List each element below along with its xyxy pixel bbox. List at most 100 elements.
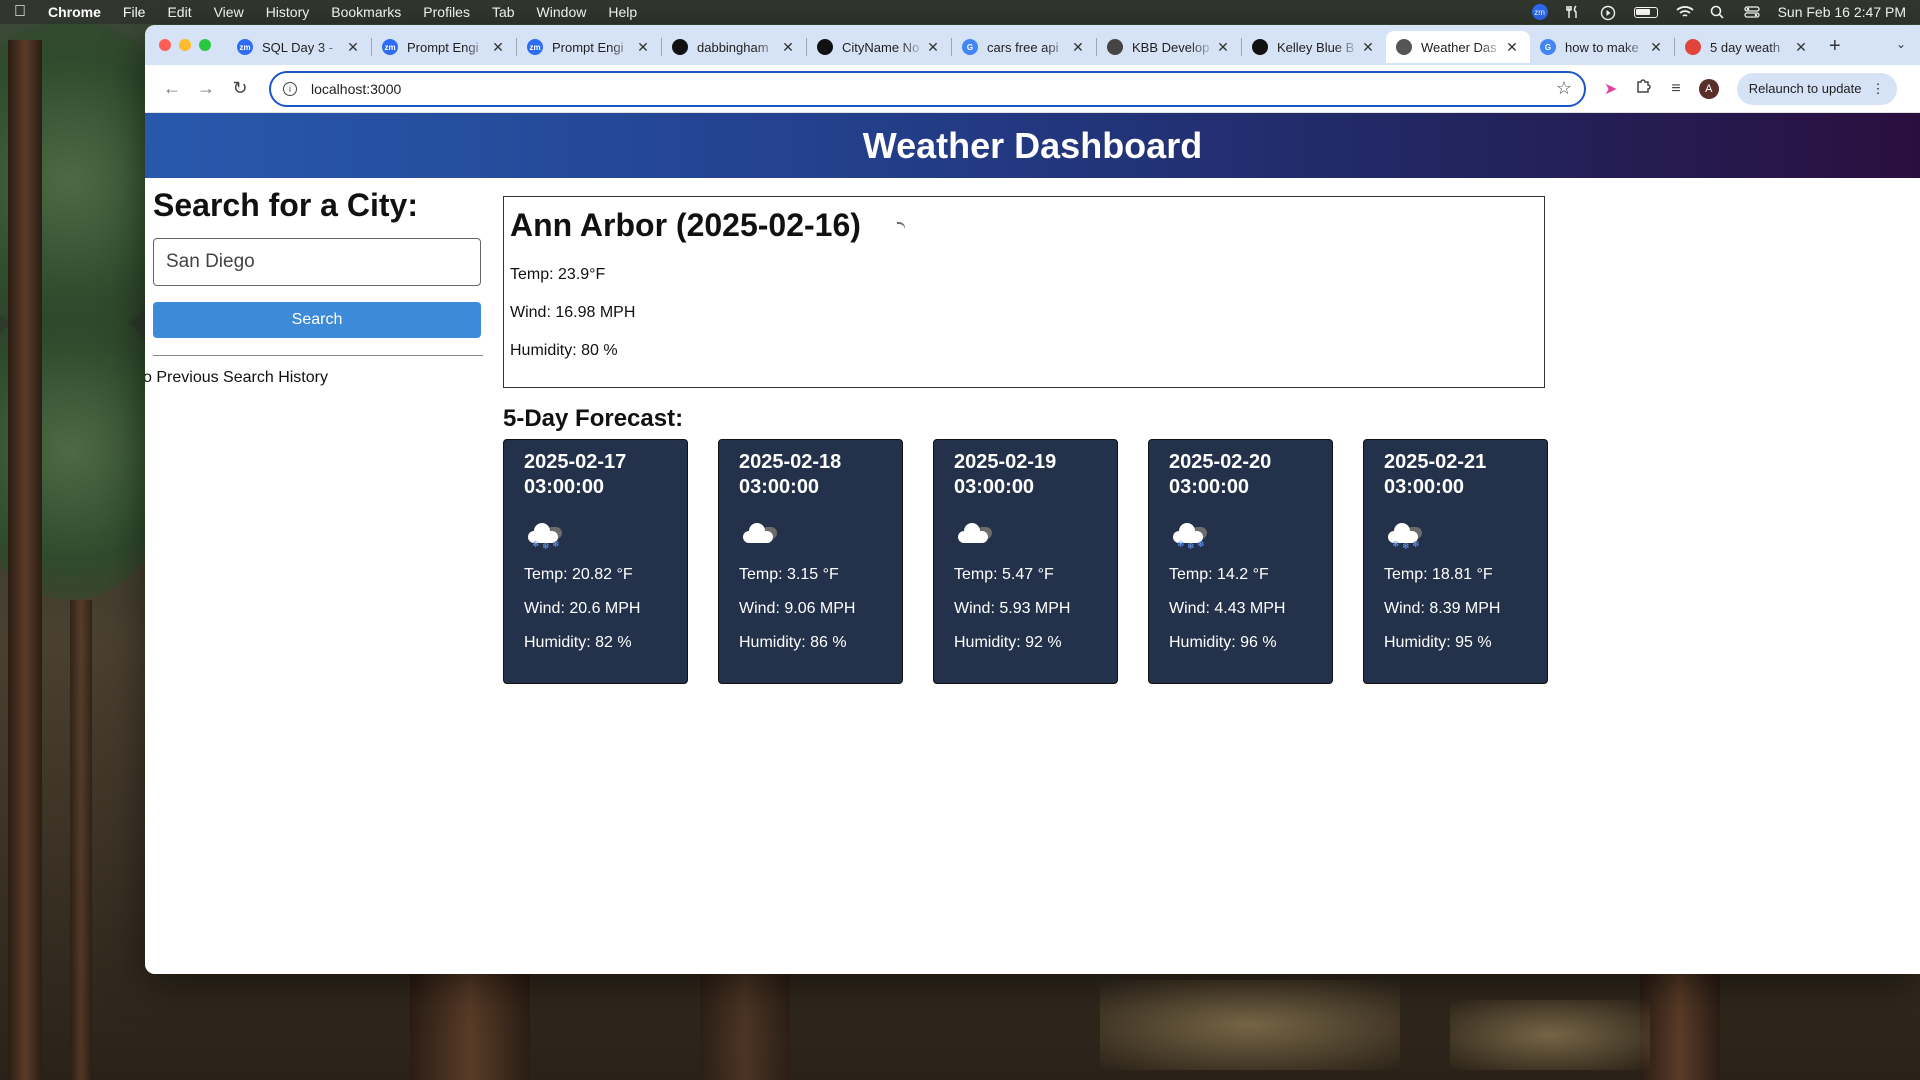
control-center-icon[interactable] [1743,5,1760,19]
forecast-humidity: Humidity: 82 % [524,634,632,651]
menu-edit[interactable]: Edit [167,4,191,20]
wifi-icon[interactable] [1675,5,1694,19]
site-info-icon[interactable]: i [283,81,297,96]
minimize-window-button[interactable] [179,39,191,51]
mac-menu-bar:  Chrome File Edit View History Bookmark… [0,0,1920,24]
browser-tab[interactable]: zm SQL Day 3 - ✕ [227,31,371,63]
tab-close-icon[interactable]: ✕ [635,39,651,56]
forecast-temp: Temp: 3.15 °F [739,566,839,583]
forecast-card: 2025-02-21 03:00:00 ❄ ❄ ❄ Temp: 18.81 °F W… [1363,439,1548,684]
browser-tab[interactable]: Kelley Blue B ✕ [1242,31,1386,63]
browser-tab[interactable]: dabbingham ✕ [662,31,806,63]
tab-close-icon[interactable]: ✕ [1793,39,1809,56]
reading-list-icon[interactable]: ≡ [1671,80,1680,98]
close-window-button[interactable] [159,39,171,51]
menu-bookmarks[interactable]: Bookmarks [331,4,401,20]
forecast-humidity: Humidity: 92 % [954,634,1062,651]
snow-cloud-icon: ❄ ❄ ❄ [1384,521,1426,551]
profile-avatar[interactable]: A [1698,78,1719,99]
menu-tab[interactable]: Tab [492,4,515,20]
search-button[interactable]: Search [153,302,481,338]
tab-title: KBB Develop [1132,39,1210,55]
browser-tab[interactable]: Ghow to make ✕ [1530,31,1674,63]
tab-close-icon[interactable]: ✕ [1504,39,1520,56]
tab-close-icon[interactable]: ✕ [925,39,941,56]
tab-close-icon[interactable]: ✕ [1360,39,1376,56]
forecast-date: 2025-02-21 03:00:00 [1384,451,1487,498]
forecast-temp: Temp: 5.47 °F [954,566,1054,583]
browser-tab[interactable]: Gcars free api ✕ [952,31,1096,63]
kebab-menu-icon[interactable]: ⋮ [1872,81,1885,97]
browser-tab[interactable]: zm Prompt Engi ✕ [517,31,661,63]
zoom-status-icon[interactable]: zm [1531,4,1548,20]
forward-arrow-icon[interactable]: → [189,72,223,106]
forecast-humidity: Humidity: 86 % [739,634,847,651]
forecast-wind: Wind: 20.6 MPH [524,600,641,617]
menu-app-chrome[interactable]: Chrome [48,4,101,20]
play-icon[interactable] [1600,5,1616,21]
menubar-clock[interactable]: Sun Feb 16 2:47 PM [1778,4,1906,20]
fork-knife-icon[interactable] [1565,5,1582,19]
fullscreen-window-button[interactable] [199,39,211,51]
current-weather-panel: Ann Arbor (2025-02-16) Temp: 23.9°F Wind… [503,196,1545,388]
tab-favicon-icon [1396,39,1412,55]
tab-search-chevron-icon[interactable]: ⌄ [1896,37,1906,51]
browser-tab[interactable]: KBB Develop ✕ [1097,31,1241,63]
tab-close-icon[interactable]: ✕ [1215,39,1231,56]
bookmark-star-icon[interactable]: ☆ [1556,78,1572,99]
tab-close-icon[interactable]: ✕ [780,39,796,56]
apple-menu-icon[interactable]:  [14,3,26,21]
tab-close-icon[interactable]: ✕ [1070,39,1086,56]
tab-close-icon[interactable]: ✕ [345,39,361,56]
tab-title: CityName No [842,39,920,55]
address-bar-url[interactable]: localhost:3000 [311,81,401,97]
browser-tab[interactable]: 5 day weath ✕ [1675,31,1819,63]
tab-title: how to make [1565,39,1639,55]
browser-tab[interactable]: CityName No ✕ [807,31,951,63]
snow-cloud-icon: ❄ ❄ ❄ [1169,521,1211,551]
current-weather-title: Ann Arbor (2025-02-16) [510,207,1538,244]
menu-profiles[interactable]: Profiles [423,4,470,20]
forecast-wind: Wind: 8.39 MPH [1384,600,1501,617]
relaunch-label: Relaunch to update [1748,81,1862,96]
current-city-date: Ann Arbor (2025-02-16) [510,207,861,243]
browser-tab[interactable]: Weather Das ✕ [1386,31,1530,63]
spotlight-search-icon[interactable] [1710,5,1726,19]
tabs-container: zm SQL Day 3 - ✕ zm Prompt Engi ✕ zm Prompt Eng… [227,27,1819,63]
tab-title: Kelley Blue B [1277,39,1355,55]
snow-cloud-icon: ❄ ❄ ❄ [524,521,566,551]
menu-view[interactable]: View [214,4,244,20]
tab-title: dabbingham [697,39,769,55]
new-tab-button[interactable]: + [1829,35,1841,58]
extension-pink-icon[interactable]: ➤ [1604,79,1617,99]
current-humidity: Humidity: 80 % [510,342,618,359]
previous-search-history: o Previous Search History [145,369,481,387]
reload-icon[interactable]: ↻ [223,72,257,106]
sidebar-divider [153,355,483,356]
tab-close-icon[interactable]: ✕ [490,39,506,56]
battery-icon[interactable] [1633,6,1658,18]
city-search-input[interactable] [153,238,481,286]
menu-history[interactable]: History [266,4,310,20]
tab-strip: zm SQL Day 3 - ✕ zm Prompt Engi ✕ zm Prompt Eng… [145,25,1920,65]
current-temp: Temp: 23.9°F [510,266,606,283]
forecast-humidity: Humidity: 96 % [1169,634,1277,651]
browser-toolbar: ← → ↻ i localhost:3000 ☆ ➤ ≡ A Relaunch … [145,65,1920,113]
menu-help[interactable]: Help [608,4,637,20]
search-heading: Search for a City: [153,187,418,223]
forecast-title: 5-Day Forecast: [503,405,684,432]
menu-window[interactable]: Window [537,4,587,20]
tab-title: cars free api [987,39,1059,55]
address-bar[interactable]: i localhost:3000 ☆ [269,70,1586,107]
tab-title: Prompt Engi [407,39,479,55]
extensions-puzzle-icon[interactable] [1635,77,1653,100]
browser-tab[interactable]: zm Prompt Engi ✕ [372,31,516,63]
forecast-date: 2025-02-19 03:00:00 [954,451,1057,498]
back-arrow-icon[interactable]: ← [155,72,189,106]
relaunch-to-update-button[interactable]: Relaunch to update ⋮ [1736,72,1897,105]
menu-file[interactable]: File [123,4,146,20]
forecast-card: 2025-02-20 03:00:00 ❄ ❄ ❄ Temp: 14.2 °F Wi… [1148,439,1333,684]
tab-close-icon[interactable]: ✕ [1648,39,1664,56]
tab-favicon-icon [817,39,833,55]
history-label: Previous Search History [156,369,328,386]
